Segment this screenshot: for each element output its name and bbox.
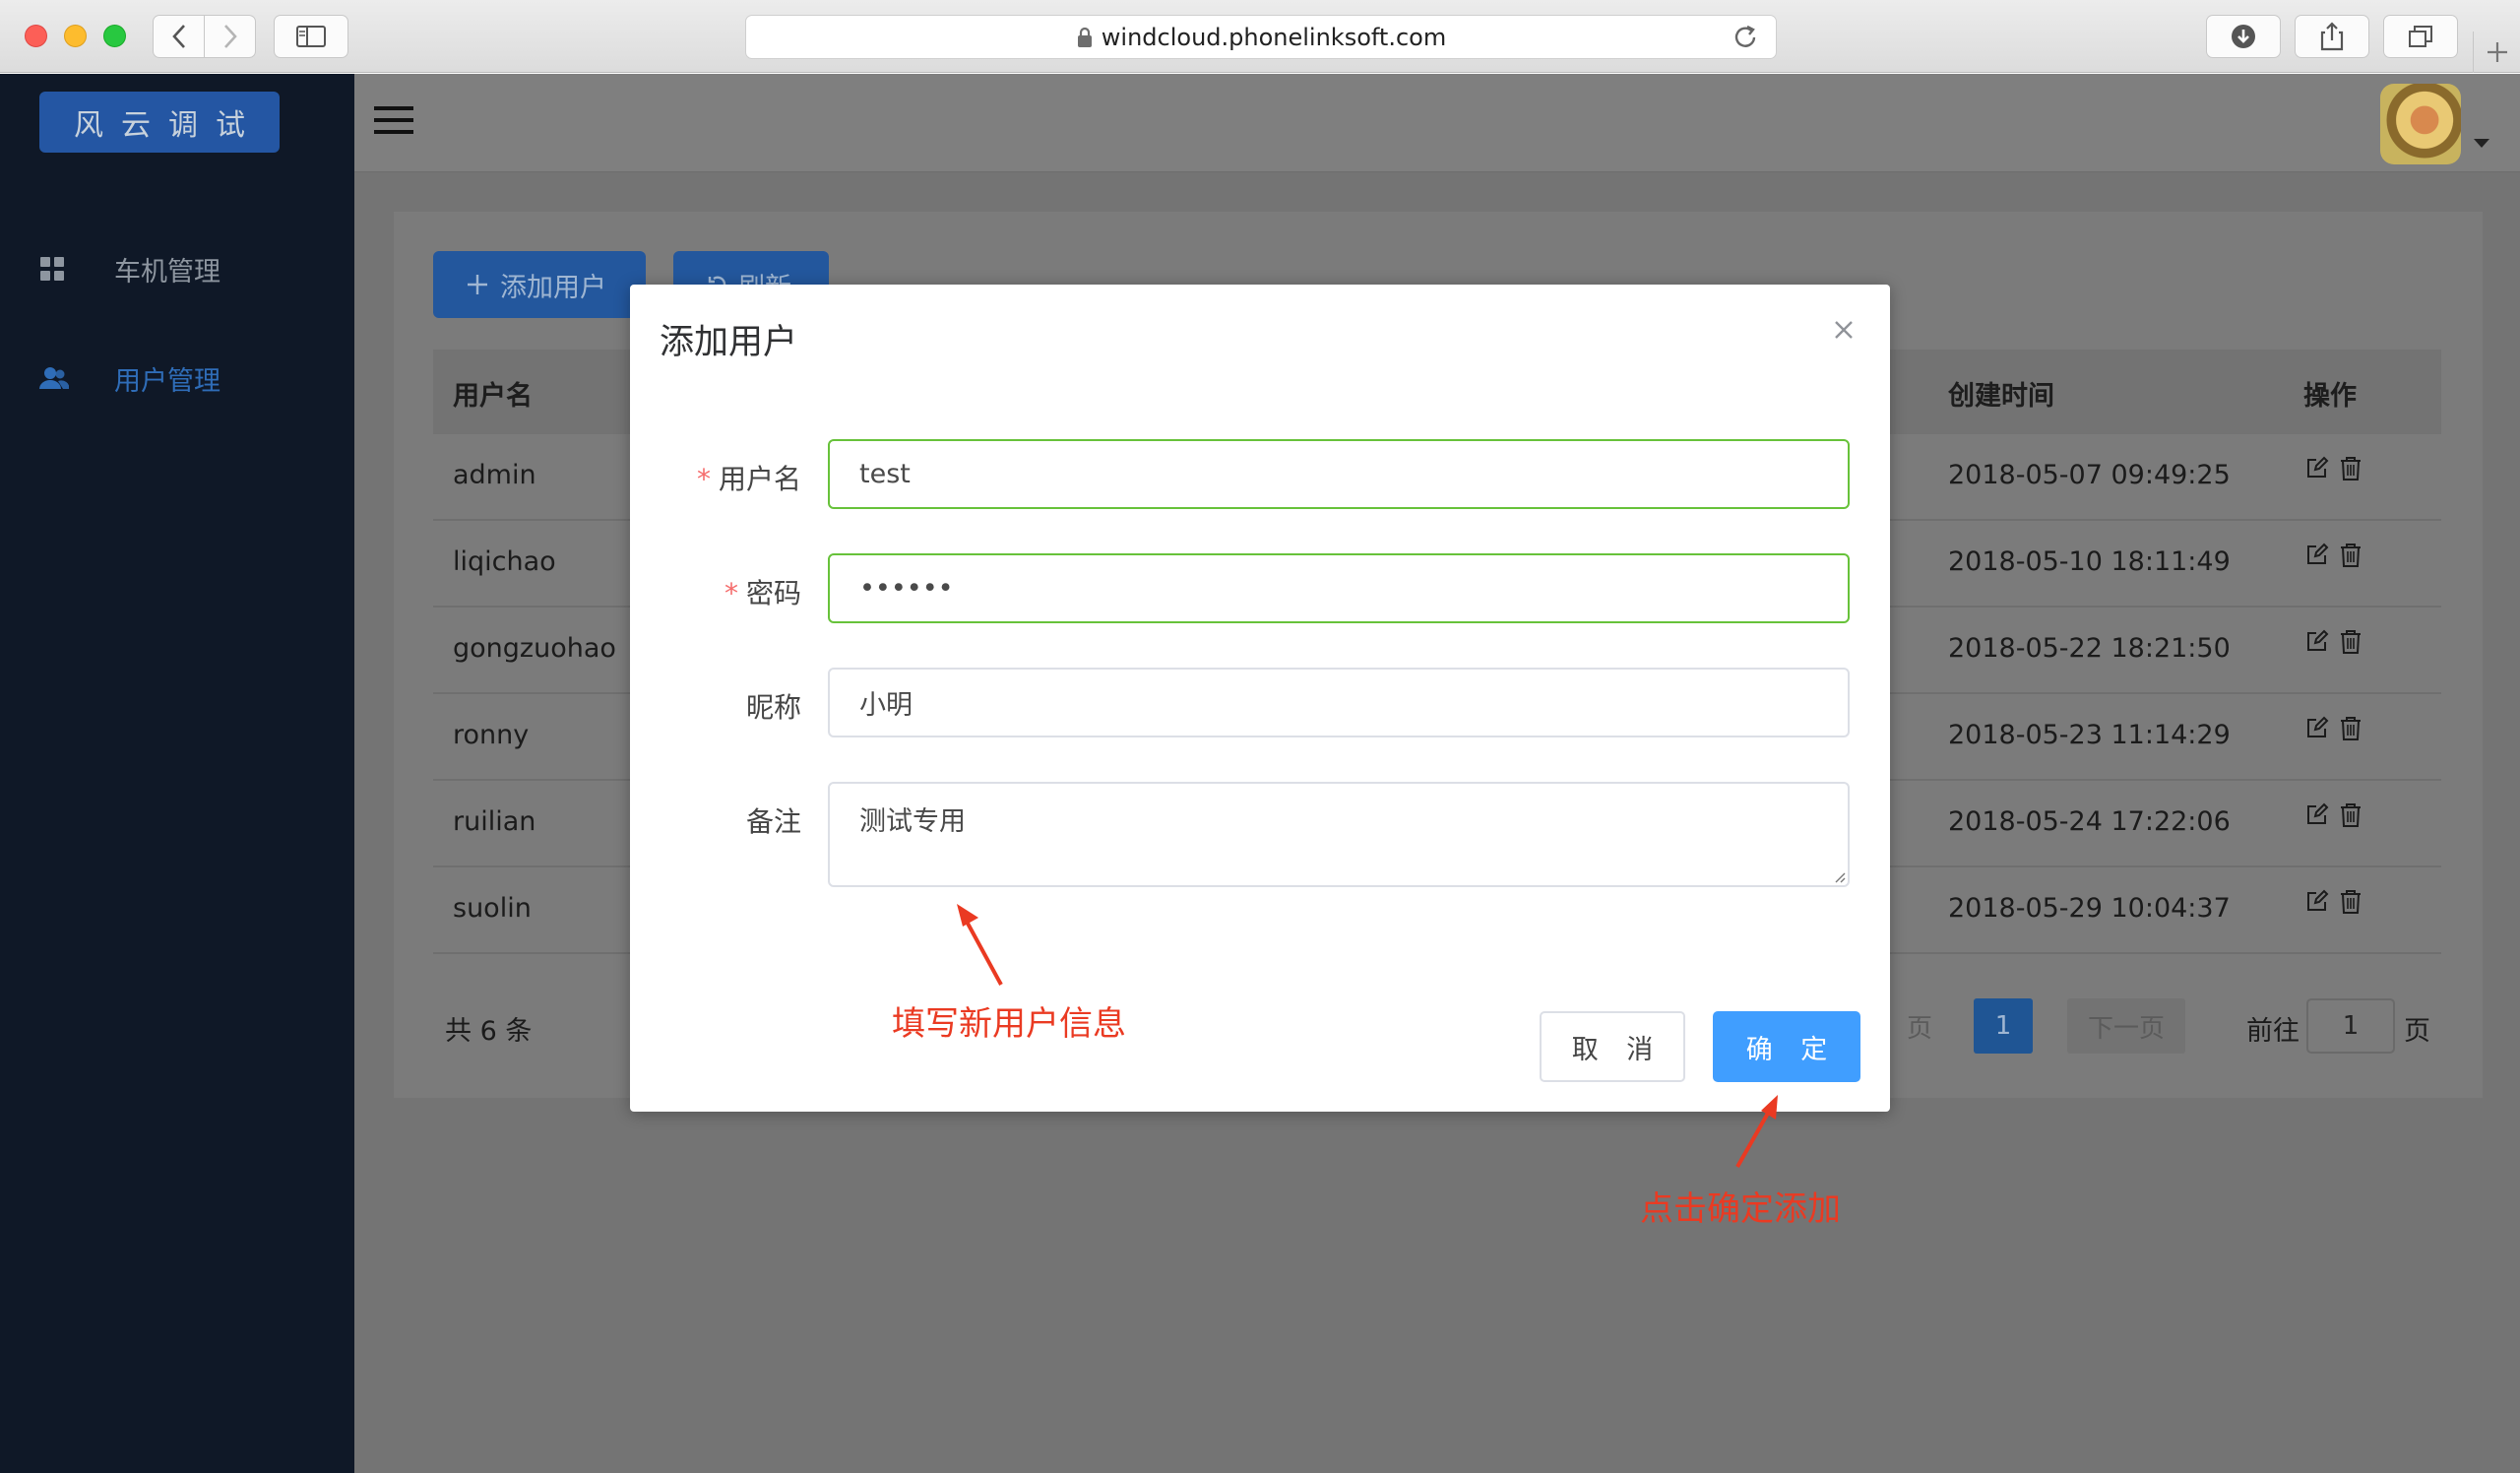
annotation-fill-info: 填写新用户信息: [892, 1004, 1126, 1044]
annotation-arrows: [957, 904, 1778, 1168]
arrow-icon: [1735, 1095, 1778, 1168]
arrow-icon: [957, 904, 1003, 986]
annotation-click-confirm: 点击确定添加: [1640, 1189, 1841, 1229]
